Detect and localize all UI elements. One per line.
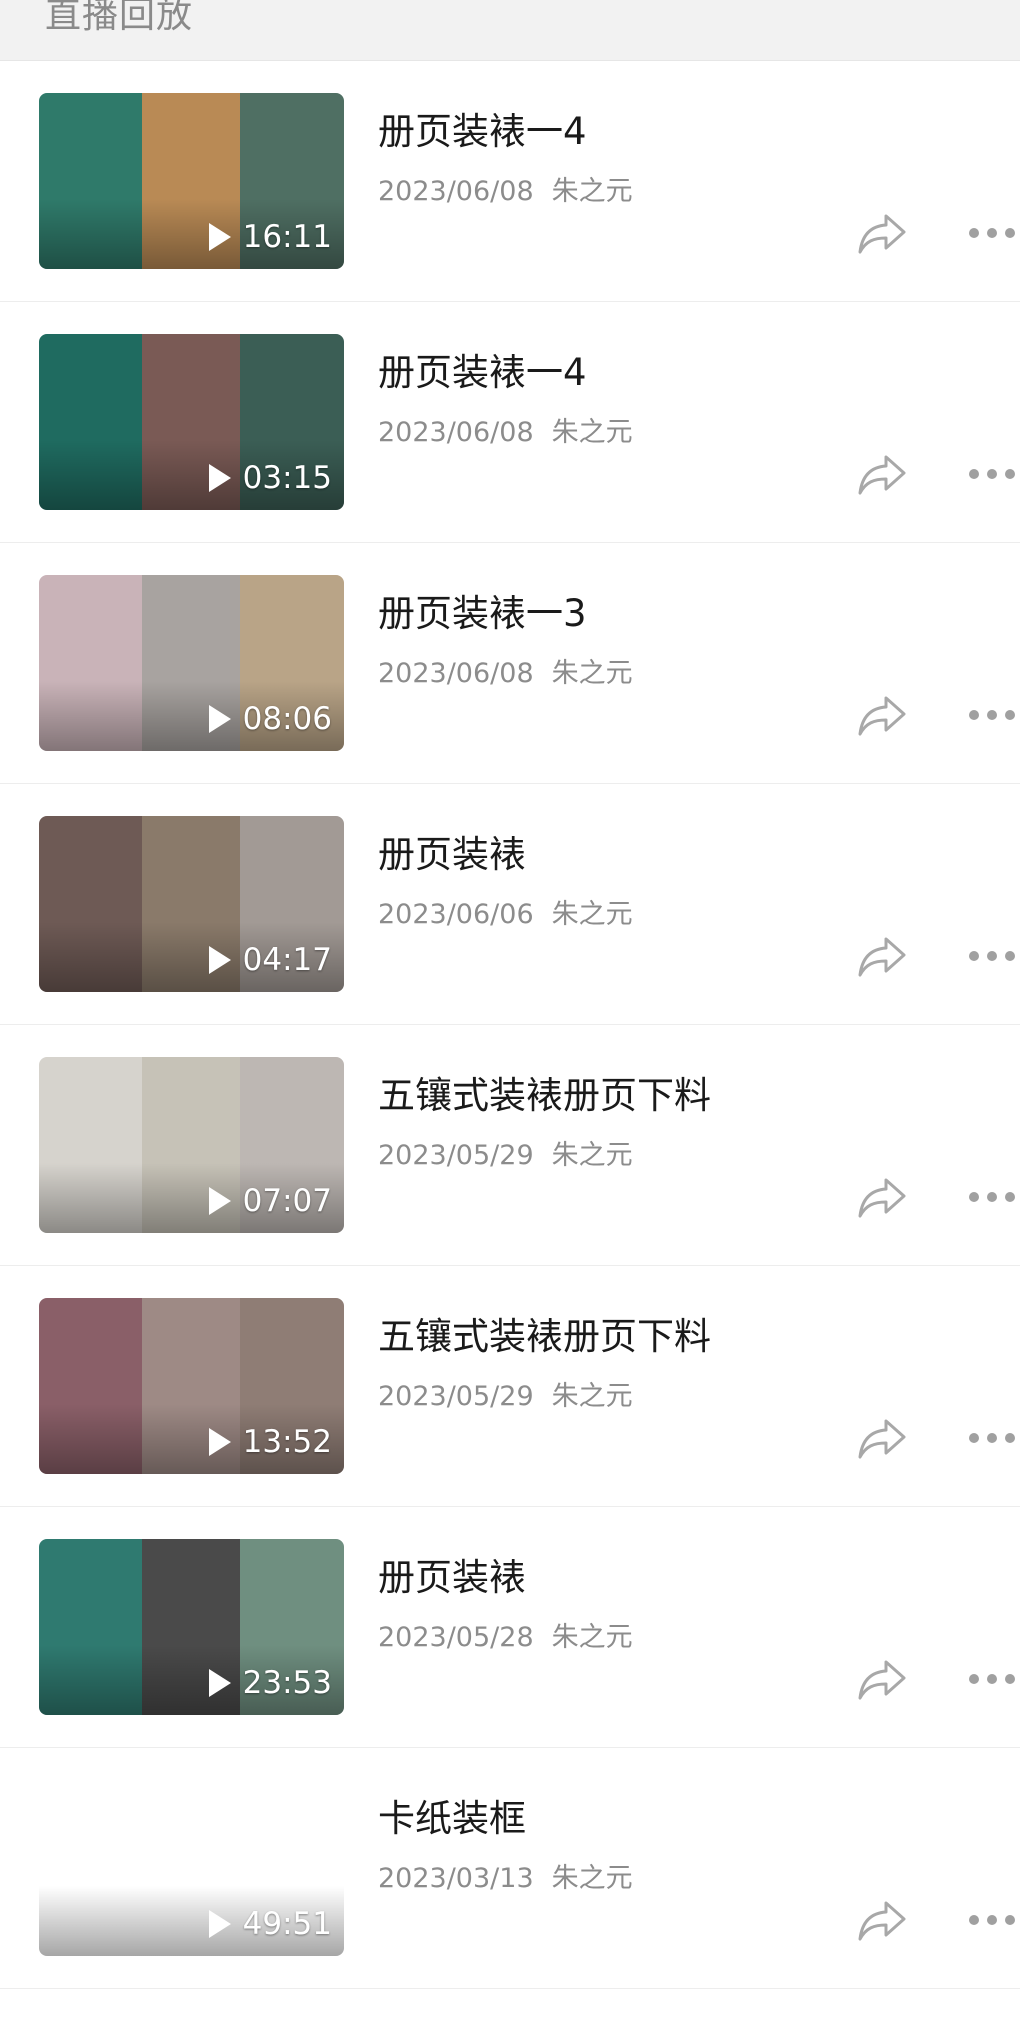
duration-text: 23:53 <box>242 1665 332 1701</box>
video-date: 2023/05/29 <box>378 1381 534 1412</box>
thumbnail-segment <box>39 1780 142 1956</box>
video-thumbnail[interactable]: 07:07 <box>39 1057 344 1233</box>
more-icon[interactable] <box>968 1908 1020 1932</box>
video-date: 2023/06/08 <box>378 417 534 448</box>
video-title[interactable]: 册页装裱 <box>378 824 526 878</box>
video-meta: 2023/06/08 朱之元 <box>378 410 633 449</box>
video-thumbnail[interactable]: 49:51 <box>39 1780 344 1956</box>
thumbnail-segment <box>39 575 142 751</box>
play-icon <box>208 1187 231 1215</box>
video-meta: 2023/05/29 朱之元 <box>378 1133 633 1172</box>
video-date: 2023/05/29 <box>378 1140 534 1171</box>
share-icon[interactable] <box>856 451 908 497</box>
more-icon[interactable] <box>968 1667 1020 1691</box>
video-title[interactable]: 卡纸装框 <box>378 1788 526 1842</box>
duration-text: 03:15 <box>242 460 332 496</box>
thumbnail-segment <box>39 1539 142 1715</box>
video-date: 2023/06/08 <box>378 658 534 689</box>
duration-badge: 08:06 <box>208 701 332 737</box>
video-title[interactable]: 册页装裱一4 <box>378 101 587 155</box>
video-thumbnail[interactable]: 23:53 <box>39 1539 344 1715</box>
duration-text: 16:11 <box>242 219 332 255</box>
duration-text: 08:06 <box>242 701 332 737</box>
header-bar: 直播回放 <box>0 0 1020 61</box>
duration-badge: 04:17 <box>208 942 332 978</box>
video-author: 朱之元 <box>551 176 633 207</box>
video-title[interactable]: 册页装裱 <box>378 1547 526 1601</box>
video-date: 2023/05/28 <box>378 1622 534 1653</box>
video-author: 朱之元 <box>551 899 633 930</box>
duration-badge: 49:51 <box>208 1906 332 1942</box>
duration-text: 49:51 <box>242 1906 332 1942</box>
share-icon[interactable] <box>856 1656 908 1702</box>
duration-text: 13:52 <box>242 1424 332 1460</box>
video-title[interactable]: 五镶式装裱册页下料 <box>378 1306 711 1360</box>
replay-list: 16:11 册页装裱一4 2023/06/08 朱之元 03:15 册页装裱一4 … <box>0 61 1020 1989</box>
more-icon[interactable] <box>968 703 1020 727</box>
video-author: 朱之元 <box>551 1140 633 1171</box>
duration-badge: 03:15 <box>208 460 332 496</box>
video-date: 2023/06/08 <box>378 176 534 207</box>
share-icon[interactable] <box>856 1174 908 1220</box>
duration-badge: 07:07 <box>208 1183 332 1219</box>
video-meta: 2023/06/06 朱之元 <box>378 892 633 931</box>
video-thumbnail[interactable]: 03:15 <box>39 334 344 510</box>
share-icon[interactable] <box>856 210 908 256</box>
thumbnail-segment <box>39 93 142 269</box>
play-icon <box>208 705 231 733</box>
play-icon <box>208 223 231 251</box>
video-meta: 2023/05/29 朱之元 <box>378 1374 633 1413</box>
video-title[interactable]: 册页装裱一3 <box>378 583 587 637</box>
list-item[interactable]: 08:06 册页装裱一3 2023/06/08 朱之元 <box>0 543 1020 784</box>
more-icon[interactable] <box>968 221 1020 245</box>
thumbnail-segment <box>39 1298 142 1474</box>
video-author: 朱之元 <box>551 1622 633 1653</box>
duration-badge: 16:11 <box>208 219 332 255</box>
duration-text: 07:07 <box>242 1183 332 1219</box>
play-icon <box>208 946 231 974</box>
play-icon <box>208 1669 231 1697</box>
video-author: 朱之元 <box>551 658 633 689</box>
duration-text: 04:17 <box>242 942 332 978</box>
video-date: 2023/03/13 <box>378 1863 534 1894</box>
video-thumbnail[interactable]: 16:11 <box>39 93 344 269</box>
more-icon[interactable] <box>968 462 1020 486</box>
list-item[interactable]: 04:17 册页装裱 2023/06/06 朱之元 <box>0 784 1020 1025</box>
play-icon <box>208 1910 231 1938</box>
section-title: 直播回放 <box>45 0 194 36</box>
share-icon[interactable] <box>856 692 908 738</box>
video-thumbnail[interactable]: 08:06 <box>39 575 344 751</box>
play-icon <box>208 1428 231 1456</box>
video-meta: 2023/03/13 朱之元 <box>378 1856 633 1895</box>
video-title[interactable]: 册页装裱一4 <box>378 342 587 396</box>
video-meta: 2023/06/08 朱之元 <box>378 169 633 208</box>
video-thumbnail[interactable]: 13:52 <box>39 1298 344 1474</box>
list-item[interactable]: 03:15 册页装裱一4 2023/06/08 朱之元 <box>0 302 1020 543</box>
video-author: 朱之元 <box>551 1381 633 1412</box>
video-meta: 2023/05/28 朱之元 <box>378 1615 633 1654</box>
list-item[interactable]: 49:51 卡纸装框 2023/03/13 朱之元 <box>0 1748 1020 1989</box>
duration-badge: 23:53 <box>208 1665 332 1701</box>
more-icon[interactable] <box>968 944 1020 968</box>
share-icon[interactable] <box>856 1897 908 1943</box>
video-author: 朱之元 <box>551 1863 633 1894</box>
video-meta: 2023/06/08 朱之元 <box>378 651 633 690</box>
video-date: 2023/06/06 <box>378 899 534 930</box>
video-title[interactable]: 五镶式装裱册页下料 <box>378 1065 711 1119</box>
list-item[interactable]: 13:52 五镶式装裱册页下料 2023/05/29 朱之元 <box>0 1266 1020 1507</box>
play-icon <box>208 464 231 492</box>
video-author: 朱之元 <box>551 417 633 448</box>
thumbnail-segment <box>39 334 142 510</box>
duration-badge: 13:52 <box>208 1424 332 1460</box>
list-item[interactable]: 07:07 五镶式装裱册页下料 2023/05/29 朱之元 <box>0 1025 1020 1266</box>
more-icon[interactable] <box>968 1426 1020 1450</box>
share-icon[interactable] <box>856 1415 908 1461</box>
list-item[interactable]: 16:11 册页装裱一4 2023/06/08 朱之元 <box>0 61 1020 302</box>
share-icon[interactable] <box>856 933 908 979</box>
video-thumbnail[interactable]: 04:17 <box>39 816 344 992</box>
more-icon[interactable] <box>968 1185 1020 1209</box>
thumbnail-segment <box>39 1057 142 1233</box>
list-item[interactable]: 23:53 册页装裱 2023/05/28 朱之元 <box>0 1507 1020 1748</box>
thumbnail-segment <box>39 816 142 992</box>
